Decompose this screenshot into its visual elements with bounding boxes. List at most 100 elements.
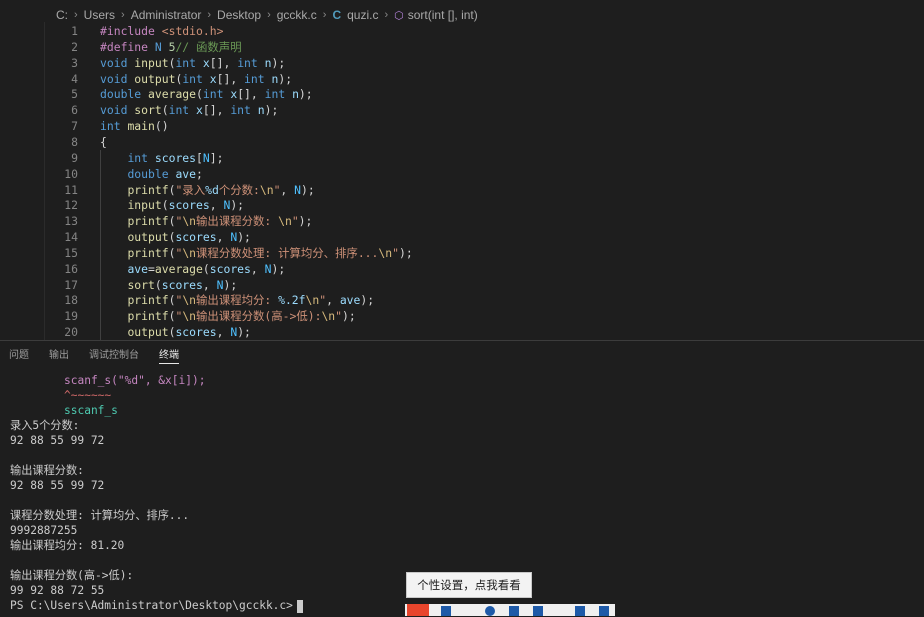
terminal-line: 录入5个分数: xyxy=(10,419,80,432)
code-line: 6 void sort(int x[], int n); xyxy=(0,102,924,118)
terminal-line: 9992887255 xyxy=(10,524,78,537)
code-line: 3 void input(int x[], int n); xyxy=(0,55,924,71)
terminal-prompt-line: PS C:\Users\Administrator\Desktop\gcckk.… xyxy=(10,598,303,613)
code-line: 1 #include <stdio.h> xyxy=(0,23,924,39)
terminal-warning-code: scanf_s("%d", &x[i]); xyxy=(64,374,206,387)
code-line: 5 double average(int x[], int n); xyxy=(0,86,924,102)
ime-settings-tooltip[interactable]: 个性设置，点我看看 xyxy=(406,572,532,598)
punctuation-icon[interactable] xyxy=(441,606,451,616)
code-line: 7 int main() xyxy=(0,118,924,134)
code-text: double ave; xyxy=(127,166,203,181)
c-file-icon: C xyxy=(332,8,342,22)
code-text: int main() xyxy=(100,119,169,134)
breadcrumb-folder[interactable]: gcckk.c xyxy=(277,8,317,22)
breadcrumb-administrator[interactable]: Administrator xyxy=(131,8,202,22)
tab-output[interactable]: 输出 xyxy=(49,341,69,371)
line-number: 20 xyxy=(64,325,78,340)
line-number: 18 xyxy=(64,293,78,308)
keyboard-icon[interactable] xyxy=(533,606,543,616)
voice-icon[interactable] xyxy=(509,606,519,616)
code-text: { xyxy=(100,134,107,149)
code-line: 12 input(scores, N); xyxy=(0,197,924,213)
emoji-icon[interactable] xyxy=(485,606,495,616)
line-number: 3 xyxy=(71,55,78,70)
line-number: 16 xyxy=(64,261,78,276)
breadcrumb-desktop[interactable]: Desktop xyxy=(217,8,261,22)
line-number: 13 xyxy=(64,214,78,229)
line-number: 10 xyxy=(64,166,78,181)
panel-tabs: 问题 输出 调试控制台 终端 xyxy=(0,341,924,371)
breadcrumb-drive[interactable]: C: xyxy=(56,8,68,22)
tab-problems[interactable]: 问题 xyxy=(9,341,29,371)
code-text: printf("\n输出课程分数(高->低):\n"); xyxy=(127,309,356,324)
breadcrumb-symbol[interactable]: sort(int [], int) xyxy=(408,8,478,22)
terminal-line: 输出课程分数: xyxy=(10,464,84,477)
line-number: 6 xyxy=(71,103,78,118)
skin-icon[interactable] xyxy=(575,606,585,616)
code-text: #define N 5// 函数声明 xyxy=(100,39,242,54)
tab-debug-console[interactable]: 调试控制台 xyxy=(89,341,139,371)
code-text: printf("\n输出课程均分: %.2f\n", ave); xyxy=(127,293,375,308)
code-text: int scores[N]; xyxy=(127,150,224,165)
terminal-line: 课程分数处理: 计算均分、排序... xyxy=(10,509,190,522)
code-line: 20 output(scores, N); xyxy=(0,324,924,340)
line-number: 11 xyxy=(64,182,78,197)
terminal-warning-squiggle: ^~~~~~~ xyxy=(64,389,112,402)
line-number: 2 xyxy=(71,39,78,54)
line-number: 15 xyxy=(64,245,78,260)
code-line: 15 printf("\n课程分数处理: 计算均分、排序...\n"); xyxy=(0,245,924,261)
code-text: ave=average(scores, N); xyxy=(127,261,286,276)
toolbox-icon[interactable] xyxy=(599,606,609,616)
terminal-line: 92 88 55 99 72 xyxy=(10,479,105,492)
code-line: 8{ xyxy=(0,134,924,150)
code-text: printf("\n输出课程分数: \n"); xyxy=(127,214,313,229)
code-line: 14 output(scores, N); xyxy=(0,229,924,245)
line-number: 17 xyxy=(64,277,78,292)
code-text: void output(int x[], int n); xyxy=(100,71,293,86)
code-text: output(scores, N); xyxy=(127,230,251,245)
code-text: void input(int x[], int n); xyxy=(100,55,286,70)
terminal-line: 99 92 88 72 55 xyxy=(10,584,105,597)
code-line: 16 ave=average(scores, N); xyxy=(0,261,924,277)
chevron-right-icon: › xyxy=(384,9,389,21)
terminal-line: 输出课程分数(高->低): xyxy=(10,569,134,582)
code-text: sort(scores, N); xyxy=(127,277,238,292)
breadcrumb-users[interactable]: Users xyxy=(84,8,115,22)
code-line: 19 printf("\n输出课程分数(高->低):\n"); xyxy=(0,308,924,324)
terminal-prompt: PS C:\Users\Administrator\Desktop\gcckk.… xyxy=(10,599,293,612)
line-number: 4 xyxy=(71,71,78,86)
chevron-right-icon: › xyxy=(322,9,327,21)
line-number: 1 xyxy=(71,24,78,38)
terminal-line: 输出课程均分: 81.20 xyxy=(10,539,125,552)
ime-toolbar xyxy=(405,604,615,616)
line-number: 8 xyxy=(71,134,78,149)
code-line: 13 printf("\n输出课程分数: \n"); xyxy=(0,213,924,229)
code-line: 11 printf("录入%d个分数:\n", N); xyxy=(0,182,924,198)
sogou-ime-icon[interactable] xyxy=(407,604,429,616)
code-line: 9 int scores[N]; xyxy=(0,150,924,166)
line-number: 7 xyxy=(71,119,78,134)
code-text: printf("\n课程分数处理: 计算均分、排序...\n"); xyxy=(127,245,413,260)
chevron-right-icon: › xyxy=(121,9,125,21)
code-text: void sort(int x[], int n); xyxy=(100,103,279,118)
chevron-right-icon: › xyxy=(267,9,271,21)
breadcrumb-file[interactable]: quzi.c xyxy=(347,8,378,22)
code-line: 10 double ave; xyxy=(0,166,924,182)
terminal-line: 92 88 55 99 72 xyxy=(10,434,105,447)
code-editor[interactable]: 1 #include <stdio.h> 2 #define N 5// 函数声明 3 v… xyxy=(0,22,924,340)
line-number: 9 xyxy=(71,150,78,165)
line-number: 14 xyxy=(64,230,78,245)
code-line: 2 #define N 5// 函数声明 xyxy=(0,39,924,55)
line-number: 19 xyxy=(64,309,78,324)
tab-terminal[interactable]: 终端 xyxy=(159,341,179,371)
line-number: 12 xyxy=(64,198,78,213)
code-text: double average(int x[], int n); xyxy=(100,87,313,102)
code-text: printf("录入%d个分数:\n", N); xyxy=(127,182,315,197)
chevron-right-icon: › xyxy=(207,9,212,21)
code-line: 4 void output(int x[], int n); xyxy=(0,71,924,87)
terminal-warning-hint: sscanf_s xyxy=(64,404,118,417)
chevron-right-icon: › xyxy=(74,9,78,21)
code-text: #include <stdio.h> xyxy=(100,24,224,38)
terminal-cursor xyxy=(296,599,303,613)
method-cube-icon: ⬡ xyxy=(394,9,404,22)
